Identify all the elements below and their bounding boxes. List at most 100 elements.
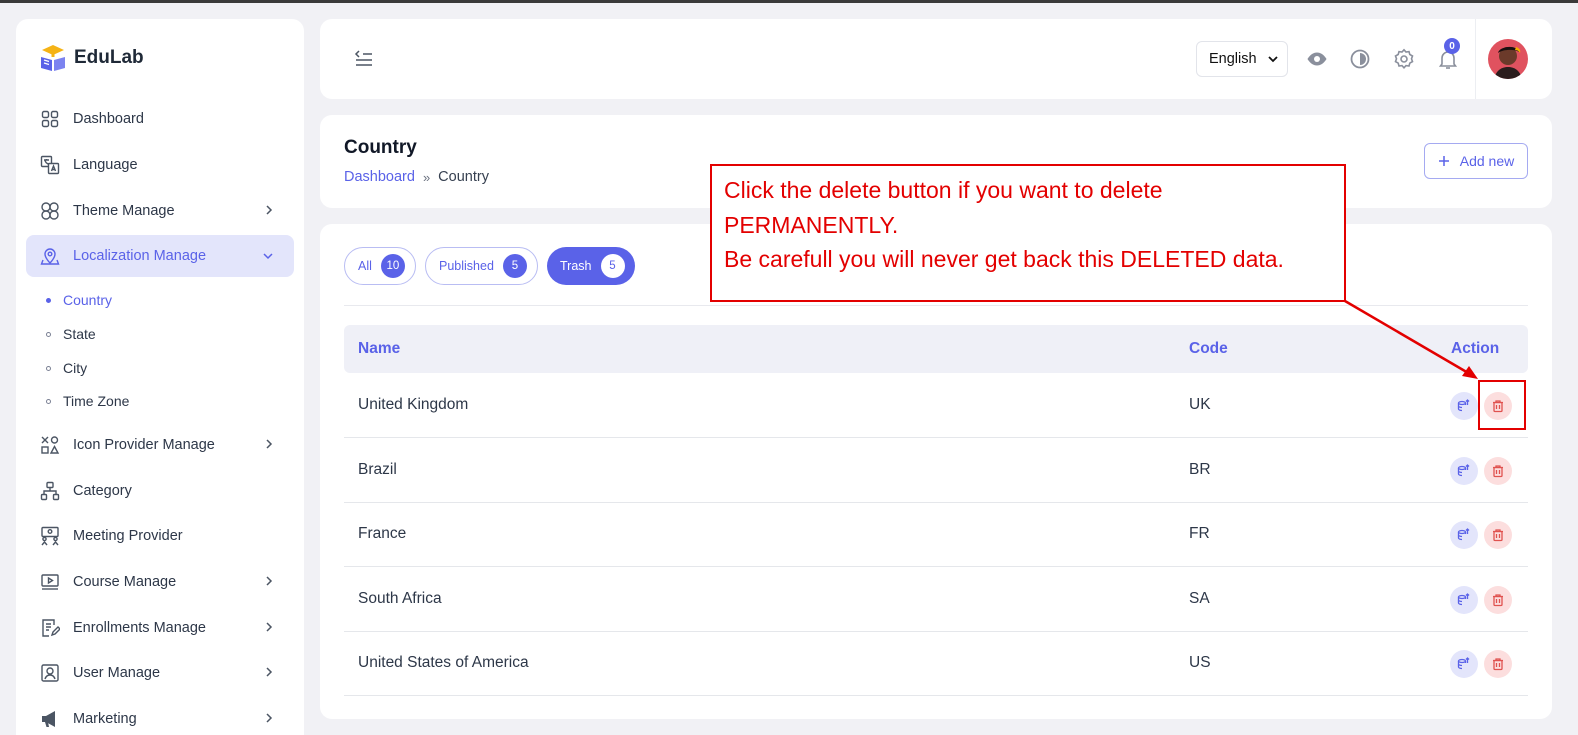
bullet-icon <box>46 297 51 303</box>
sidebar-item-dashboard[interactable]: Dashboard <box>26 98 294 140</box>
trash-icon <box>1493 658 1503 671</box>
sidebar-item-label: Dashboard <box>73 111 144 127</box>
top-header: English 0 <box>320 19 1552 99</box>
meeting-icon <box>40 526 60 546</box>
table-row: South Africa SA <box>344 568 1528 632</box>
restore-icon <box>1457 463 1470 476</box>
sidebar: EduLab Dashboard Language Theme Manage L… <box>16 19 304 735</box>
sidebar-subitem-time-zone[interactable]: Time Zone <box>46 389 129 413</box>
plus-icon <box>1438 156 1449 166</box>
cell-name: Brazil <box>358 460 397 478</box>
sidebar-item-localization-manage[interactable]: Localization Manage <box>26 235 294 277</box>
video-play-icon <box>40 572 60 592</box>
tab-count-badge: 10 <box>380 254 405 278</box>
dark-mode-icon[interactable] <box>1349 48 1371 70</box>
bullet-icon <box>46 398 51 404</box>
sidebar-item-label: Course Manage <box>73 574 177 590</box>
restore-button[interactable] <box>1450 392 1478 420</box>
tab-published[interactable]: Published 5 <box>425 247 538 285</box>
instruction-callout: Click the delete button if you want to d… <box>710 164 1346 302</box>
tab-trash[interactable]: Trash 5 <box>547 247 635 285</box>
tab-all[interactable]: All 10 <box>344 247 416 285</box>
chevron-right-icon <box>266 439 273 449</box>
cell-name: France <box>358 525 407 542</box>
table-row: Brazil BR <box>344 439 1528 503</box>
sidebar-item-marketing[interactable]: Marketing <box>26 698 294 735</box>
delete-button[interactable] <box>1484 585 1512 614</box>
sidebar-item-label: User Manage <box>73 665 161 681</box>
breadcrumb: Dashboard » Country <box>344 169 489 185</box>
cell-code: FR <box>1189 525 1210 542</box>
restore-button[interactable] <box>1450 521 1478 549</box>
header-divider <box>1475 19 1476 99</box>
restore-button[interactable] <box>1450 650 1478 678</box>
chevron-down-icon <box>1268 56 1278 63</box>
callout-line: Click the delete button if you want to d… <box>724 177 1163 203</box>
chevron-right-icon <box>266 713 273 723</box>
sidebar-item-course-manage[interactable]: Course Manage <box>26 561 294 603</box>
callout-line: Be carefull you will never get back this… <box>724 246 1284 272</box>
delete-button[interactable] <box>1484 521 1512 549</box>
delete-button[interactable] <box>1484 650 1512 678</box>
eye-icon[interactable] <box>1306 48 1328 70</box>
document-edit-icon <box>40 618 60 638</box>
sidebar-subitem-city[interactable]: City <box>46 356 87 380</box>
language-select[interactable]: English <box>1196 41 1288 77</box>
sidebar-item-label: Icon Provider Manage <box>73 437 215 453</box>
breadcrumb-current: Country <box>438 169 489 185</box>
restore-icon <box>1457 528 1470 541</box>
gear-icon[interactable] <box>1393 48 1415 70</box>
cell-name: United Kingdom <box>358 396 469 413</box>
notification-count-badge: 0 <box>1444 38 1460 54</box>
sidebar-subitem-label: Country <box>63 292 113 308</box>
cell-code: SA <box>1189 589 1210 607</box>
chevron-right-icon <box>266 576 273 586</box>
sidebar-item-enrollments-manage[interactable]: Enrollments Manage <box>26 607 294 649</box>
window-top-border <box>0 0 1578 3</box>
restore-button[interactable] <box>1450 456 1478 485</box>
cell-code: UK <box>1189 396 1211 413</box>
sidebar-item-icon-provider-manage[interactable]: Icon Provider Manage <box>26 424 294 466</box>
tab-label: Trash <box>560 259 592 273</box>
divider <box>344 305 1528 306</box>
avatar[interactable] <box>1488 39 1528 79</box>
sidebar-item-user-manage[interactable]: User Manage <box>26 652 294 694</box>
user-frame-icon <box>40 663 60 683</box>
sidebar-item-category[interactable]: Category <box>26 470 294 512</box>
restore-icon <box>1457 592 1470 605</box>
callout-line: PERMANENTLY. <box>724 211 899 238</box>
app-logo[interactable]: EduLab <box>38 43 144 73</box>
translate-icon <box>40 155 60 175</box>
delete-button[interactable] <box>1484 456 1512 485</box>
column-header-action: Action <box>1451 340 1500 357</box>
menu-collapse-icon[interactable] <box>354 49 374 72</box>
restore-icon <box>1457 657 1470 670</box>
cell-name: South Africa <box>358 589 442 607</box>
sidebar-item-theme-manage[interactable]: Theme Manage <box>26 190 294 232</box>
chevron-right-icon <box>266 205 273 215</box>
language-select-value: English <box>1209 51 1257 67</box>
sidebar-item-label: Language <box>73 157 138 173</box>
sidebar-item-label: Theme Manage <box>73 203 175 219</box>
page-title: Country <box>344 137 417 158</box>
breadcrumb-separator: » <box>422 169 431 185</box>
bullet-icon <box>46 331 51 337</box>
location-pin-icon <box>40 246 60 266</box>
trash-icon <box>1493 529 1503 542</box>
tab-count-badge: 5 <box>600 254 625 278</box>
sidebar-item-language[interactable]: Language <box>26 144 294 186</box>
restore-button[interactable] <box>1450 585 1478 614</box>
bullet-icon <box>46 365 51 371</box>
sidebar-item-label: Localization Manage <box>73 248 207 264</box>
column-header-code: Code <box>1189 340 1228 357</box>
tab-label: Published <box>439 259 494 273</box>
sidebar-subitem-country[interactable]: Country <box>46 288 112 312</box>
sidebar-subitem-state[interactable]: State <box>46 322 96 346</box>
add-new-button[interactable]: Add new <box>1424 143 1528 179</box>
sidebar-item-label: Meeting Provider <box>73 528 183 544</box>
table-row: France FR <box>344 503 1528 567</box>
sidebar-item-meeting-provider[interactable]: Meeting Provider <box>26 515 294 557</box>
sidebar-item-label: Marketing <box>73 711 137 727</box>
breadcrumb-home-link[interactable]: Dashboard <box>344 169 415 185</box>
sidebar-item-label: Enrollments Manage <box>73 620 206 636</box>
